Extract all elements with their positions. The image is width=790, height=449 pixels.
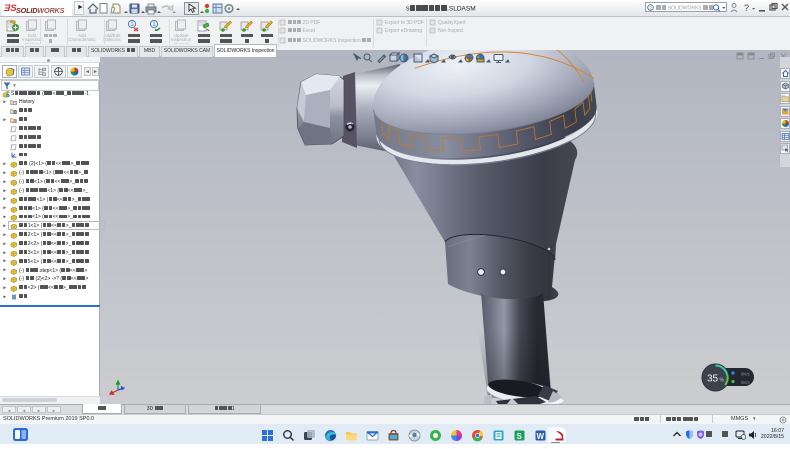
svg-text:0K/s: 0K/s [741,380,750,385]
svg-text:35: 35 [707,374,719,385]
svg-text:S: S [517,432,523,441]
svg-text:?: ? [649,5,652,10]
svg-text:?: ? [744,3,749,13]
svg-text:W: W [537,432,545,441]
svg-text:%: % [720,378,725,384]
svg-text:0K/s: 0K/s [741,372,750,377]
svg-text:A: A [13,119,16,124]
